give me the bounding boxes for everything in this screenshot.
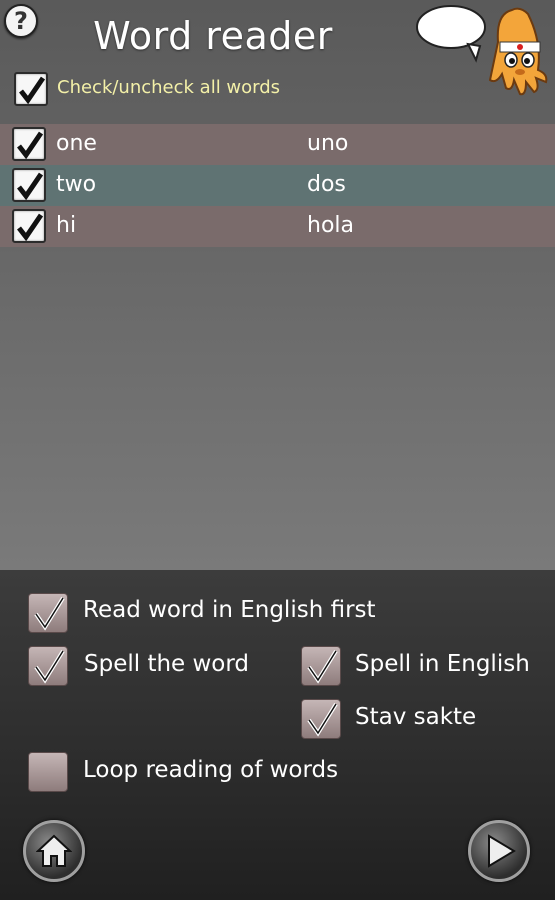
word-text: hi <box>56 213 77 238</box>
stav-sakte-label: Stav sakte <box>355 704 477 730</box>
spell-word-label: Spell the word <box>84 651 250 677</box>
checkmark-icon <box>307 702 338 737</box>
translation-text: dos <box>307 172 346 197</box>
check-all-checkbox[interactable] <box>14 72 48 106</box>
word-checkbox[interactable] <box>12 168 46 202</box>
play-button[interactable] <box>468 820 530 882</box>
loop-reading-label: Loop reading of words <box>83 757 339 783</box>
word-text: one <box>56 131 97 156</box>
home-button[interactable] <box>23 820 85 882</box>
word-row[interactable]: two dos <box>0 165 555 206</box>
check-all-label: Check/uncheck all words <box>57 77 281 98</box>
checkmark-icon <box>34 596 65 631</box>
checkmark-icon <box>17 172 43 200</box>
spell-word-checkbox[interactable] <box>28 646 68 686</box>
play-icon <box>488 834 516 868</box>
spell-english-checkbox[interactable] <box>301 646 341 686</box>
word-list: one uno two dos hi hola <box>0 124 555 247</box>
word-checkbox[interactable] <box>12 127 46 161</box>
checkmark-icon <box>34 649 65 684</box>
mascot-squid-icon <box>416 5 548 96</box>
translation-text: uno <box>307 131 349 156</box>
read-english-first-label: Read word in English first <box>83 597 376 623</box>
word-text: two <box>56 172 97 197</box>
checkmark-icon <box>17 213 43 241</box>
spell-english-label: Spell in English <box>355 651 530 677</box>
word-list-panel: ? Word reader Check/uncheck all words on… <box>0 0 555 570</box>
checkmark-icon <box>19 76 45 104</box>
translation-text: hola <box>307 213 354 238</box>
loop-reading-checkbox[interactable] <box>28 752 68 792</box>
checkmark-icon <box>307 649 338 684</box>
word-row[interactable]: one uno <box>0 124 555 165</box>
word-checkbox[interactable] <box>12 209 46 243</box>
checkmark-icon <box>17 131 43 159</box>
options-panel: Read word in English first Spell the wor… <box>0 570 555 900</box>
home-icon <box>36 834 72 867</box>
read-english-first-checkbox[interactable] <box>28 593 68 633</box>
page-title: Word reader <box>93 14 333 58</box>
stav-sakte-checkbox[interactable] <box>301 699 341 739</box>
word-row[interactable]: hi hola <box>0 206 555 247</box>
